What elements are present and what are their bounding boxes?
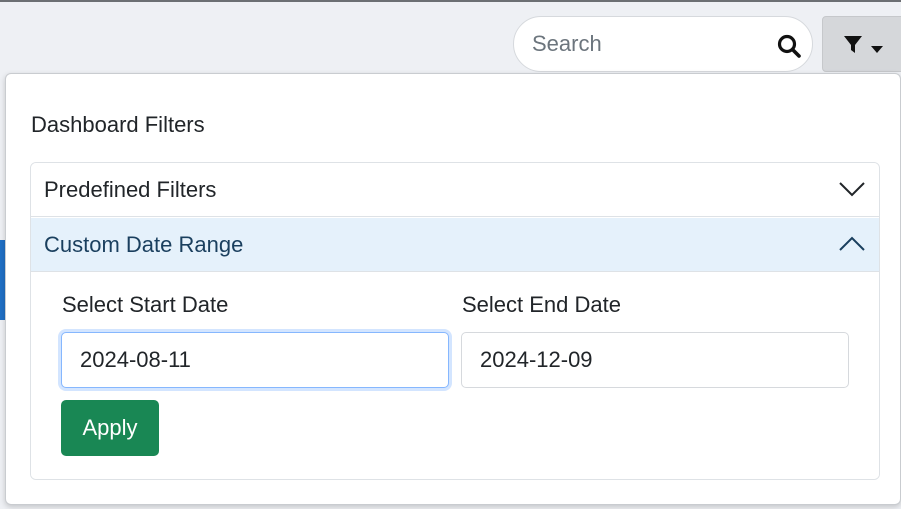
end-date-input[interactable] [461,332,849,388]
end-date-label: Select End Date [462,292,621,317]
start-date-label: Select Start Date [62,292,229,317]
filter-dropdown-button[interactable] [822,16,901,72]
search-box[interactable] [513,16,813,72]
accordion-label: Predefined Filters [44,177,217,202]
apply-button[interactable]: Apply [61,400,159,456]
accordion-label: Custom Date Range [44,232,244,257]
search-icon[interactable] [776,33,802,59]
start-date-input[interactable] [61,332,449,388]
caret-down-icon [871,41,883,59]
dropdown-title: Dashboard Filters [31,112,205,137]
custom-date-range-panel: Select Start Date Select End Date Apply [31,272,879,479]
chevron-down-icon [839,181,865,202]
chevron-up-icon [839,236,865,257]
accordion-header-custom-date-range[interactable]: Custom Date Range [31,218,879,272]
filter-accordion: Predefined Filters Custom Date Range Sel… [30,162,880,480]
filter-dropdown-menu: Dashboard Filters Predefined Filters Cus… [5,73,901,505]
search-input[interactable] [532,27,762,61]
accordion-header-predefined-filters[interactable]: Predefined Filters [31,163,879,217]
filter-icon [843,35,863,60]
